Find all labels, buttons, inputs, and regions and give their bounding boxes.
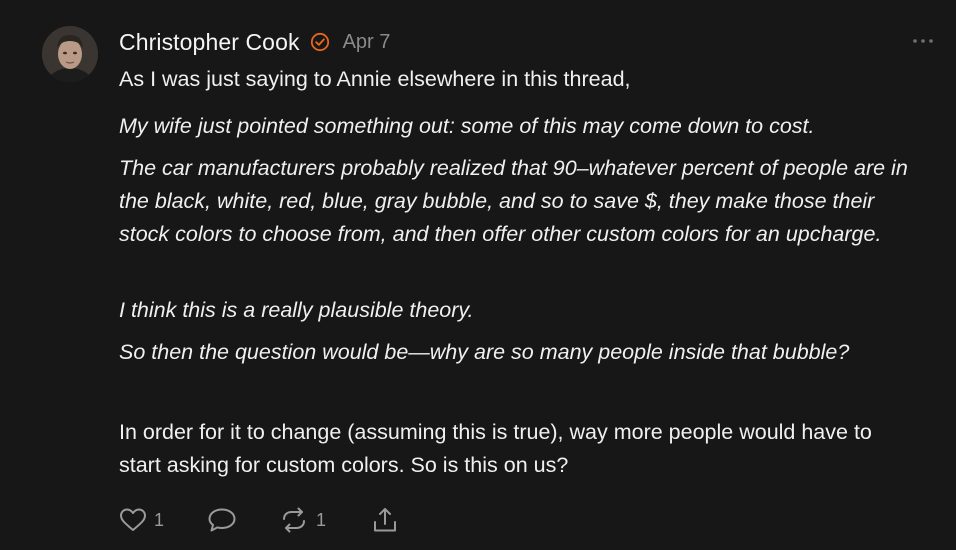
like-button[interactable]: 1: [118, 505, 164, 535]
heart-icon: [118, 506, 148, 534]
comment-paragraph: In order for it to change (assuming this…: [119, 420, 872, 477]
like-count: 1: [154, 509, 165, 530]
reply-button[interactable]: [206, 505, 238, 535]
comment-actions: 1 1: [118, 505, 418, 535]
comment-header: Christopher Cook Apr 7: [119, 27, 390, 57]
verified-check-icon: [310, 32, 330, 52]
speech-bubble-icon: [206, 506, 238, 534]
restack-arrows-icon: [278, 506, 310, 534]
more-dots-icon[interactable]: [911, 34, 937, 46]
restack-count: 1: [316, 509, 327, 530]
share-button[interactable]: [370, 505, 400, 535]
author-name[interactable]: Christopher Cook: [119, 29, 300, 56]
comment-date[interactable]: Apr 7: [343, 31, 391, 54]
comment-paragraph: As I was just saying to Annie elsewhere …: [119, 67, 631, 91]
avatar[interactable]: [42, 26, 98, 82]
comment-paragraph-quote: So then the question would be—why are so…: [119, 340, 850, 364]
comment-paragraph-quote: My wife just pointed something out: some…: [119, 114, 815, 138]
share-icon: [370, 506, 400, 534]
restack-button[interactable]: 1: [278, 505, 326, 535]
comment-paragraph-quote: The car manufacturers probably realized …: [119, 156, 908, 246]
comment-paragraph-quote: I think this is a really plausible theor…: [119, 298, 474, 322]
avatar-image: [42, 26, 98, 82]
